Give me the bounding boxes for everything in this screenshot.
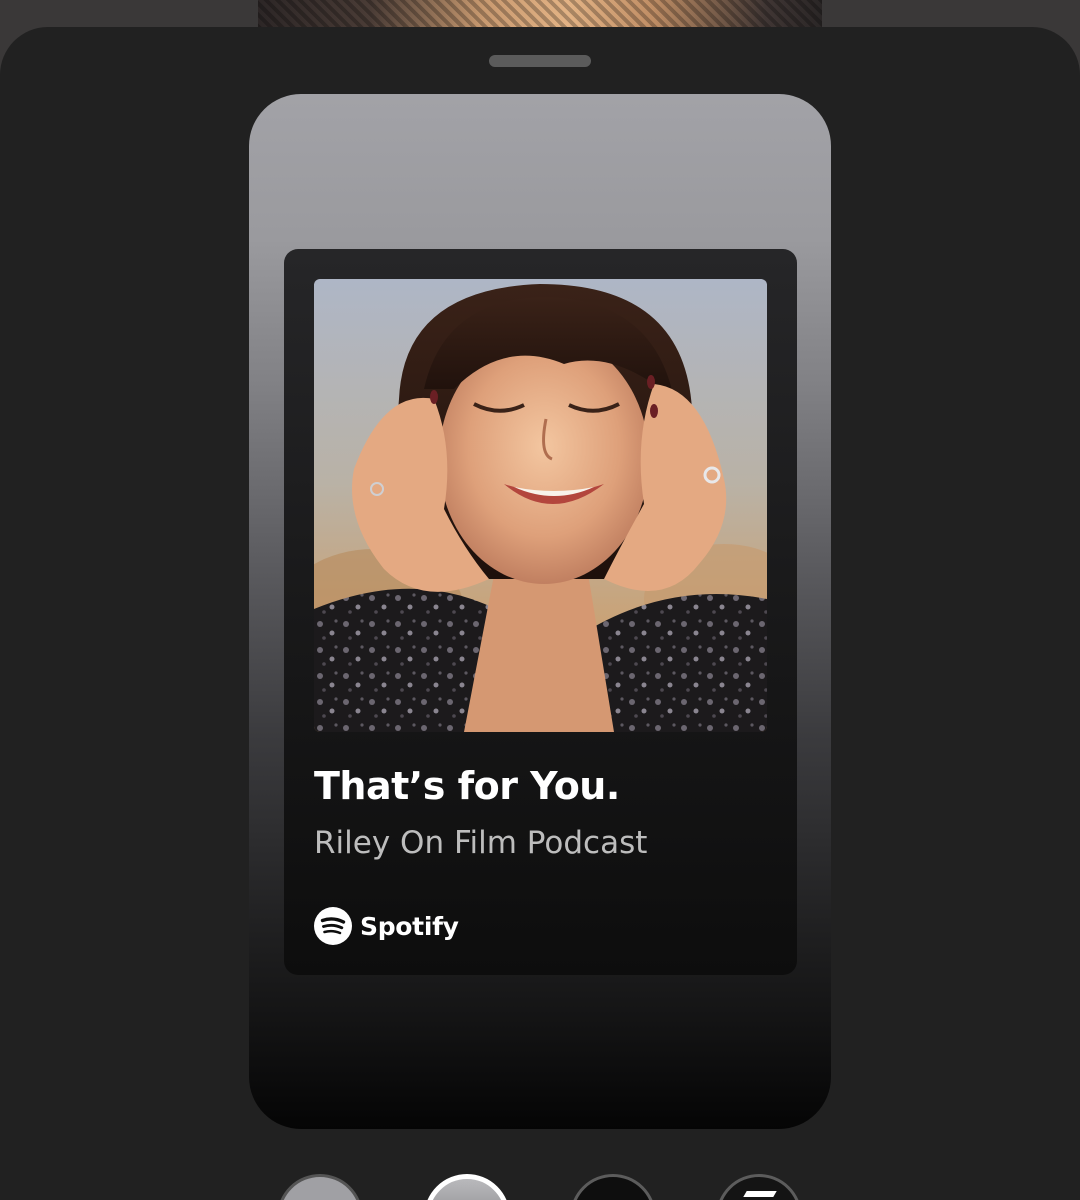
episode-cover-art [314,279,767,732]
spotify-logo-icon [314,907,352,945]
story-preview: That’s for You. Riley On Film Podcast Sp… [249,94,831,1129]
swatch-gray-gradient[interactable] [277,1174,363,1200]
share-screen: That’s for You. Riley On Film Podcast Sp… [0,0,1080,1200]
image-swatch-glyph-icon [743,1191,777,1197]
background-swatches [0,1174,1080,1200]
brand-name: Spotify [360,911,459,941]
swatch-light-gray-gradient-selected[interactable] [424,1174,510,1200]
share-card: That’s for You. Riley On Film Podcast Sp… [284,249,797,975]
show-name: Riley On Film Podcast [314,825,648,861]
swatch-image[interactable] [716,1174,802,1200]
brand-attribution: Spotify [314,906,459,946]
episode-title: That’s for You. [314,764,620,808]
drag-handle[interactable] [489,55,591,67]
swatch-black[interactable] [570,1174,656,1200]
